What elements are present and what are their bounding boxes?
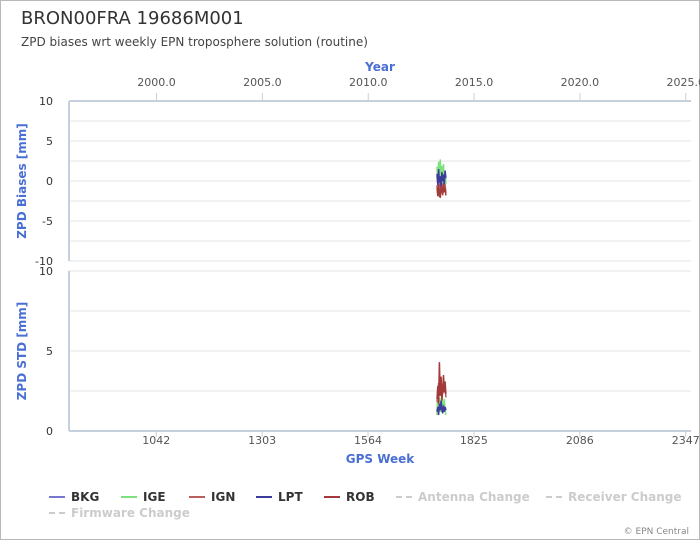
chart-container: BRON00FRA 19686M001 ZPD biases wrt weekl… — [0, 0, 700, 540]
legend-label: IGN — [211, 490, 236, 504]
legend-item-receiver-change[interactable]: Receiver Change — [546, 490, 682, 504]
lower-y-tick-label: 0 — [46, 425, 53, 438]
legend-swatch — [256, 496, 272, 498]
lower-y-axis-title: ZPD STD [mm] — [15, 302, 29, 401]
upper-y-tick-label: 0 — [46, 175, 53, 188]
legend-item-ign[interactable]: IGN — [189, 490, 235, 504]
legend-label: Firmware Change — [71, 506, 190, 520]
legend-item-lpt[interactable]: LPT — [256, 490, 303, 504]
legend-label: BKG — [71, 490, 100, 504]
legend-label: Receiver Change — [568, 490, 682, 504]
top-x-tick-label: 2025.0 — [667, 76, 700, 89]
top-x-axis-title: Year — [364, 60, 395, 74]
upper-y-axis-title: ZPD Biases [mm] — [15, 123, 29, 239]
axis-layer — [68, 93, 691, 437]
legend-swatch — [121, 496, 137, 498]
bottom-x-tick-label: 1825 — [460, 434, 488, 447]
legend-item-antenna-change[interactable]: Antenna Change — [396, 490, 530, 504]
bottom-x-tick-label: 2086 — [566, 434, 594, 447]
upper-y-tick-label: 10 — [39, 95, 53, 108]
series-layer — [436, 159, 447, 416]
upper-y-tick-label: 5 — [46, 135, 53, 148]
lower-y-tick-label: 10 — [39, 265, 53, 278]
top-x-tick-label: 2015.0 — [455, 76, 494, 89]
upper-y-tick-label: -5 — [42, 215, 53, 228]
legend-swatch — [49, 496, 65, 498]
top-x-tick-label: 2020.0 — [561, 76, 600, 89]
legend-label: LPT — [278, 490, 303, 504]
top-x-tick-label: 2005.0 — [243, 76, 282, 89]
legend-swatch — [546, 496, 562, 498]
top-x-tick-label: 2000.0 — [137, 76, 176, 89]
legend-item-rob[interactable]: ROB — [324, 490, 375, 504]
bottom-x-tick-label: 1042 — [142, 434, 170, 447]
legend-swatch — [396, 496, 412, 498]
bottom-x-tick-label: 1564 — [354, 434, 382, 447]
legend-swatch — [189, 496, 205, 498]
chart-svg: 1050-5-1010502000.0 2005.0 2010.0 2015.0 202… — [15, 60, 700, 466]
grid-layer — [69, 100, 691, 432]
bottom-x-tick-label: 2347 — [672, 434, 700, 447]
legend-label: ROB — [346, 490, 375, 504]
series-line-rob-lower — [436, 362, 447, 404]
lower-y-tick-label: 5 — [46, 345, 53, 358]
legend-label: Antenna Change — [418, 490, 530, 504]
legend-swatch — [324, 496, 340, 498]
legend-label: IGE — [143, 490, 166, 504]
bottom-x-axis-title: GPS Week — [346, 452, 416, 466]
top-x-tick-label: 2010.0 — [349, 76, 388, 89]
bottom-x-tick-label: 1303 — [248, 434, 276, 447]
legend-item-ige[interactable]: IGE — [121, 490, 166, 504]
credits: © EPN Central — [623, 527, 689, 537]
legend-item-firmware-change[interactable]: Firmware Change — [49, 506, 190, 520]
legend-item-bkg[interactable]: BKG — [49, 490, 99, 504]
legend-swatch — [49, 512, 65, 514]
